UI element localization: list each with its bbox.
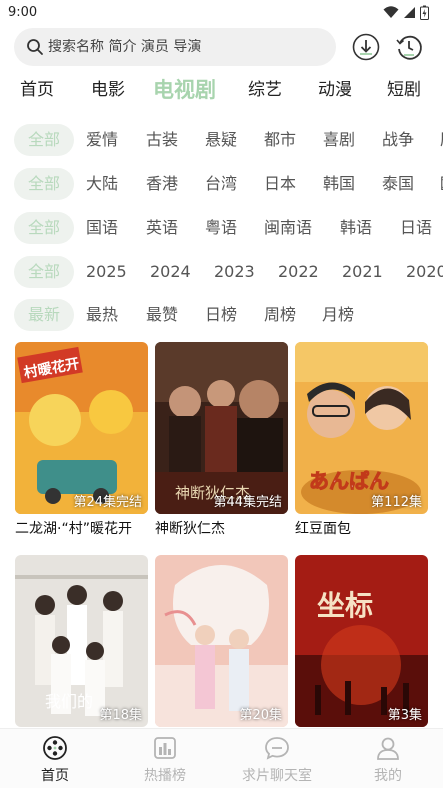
- battery-icon: [420, 5, 429, 20]
- genre-chip[interactable]: 全部: [14, 124, 75, 156]
- year-chip[interactable]: 2022: [278, 256, 319, 288]
- year-chip[interactable]: 全部: [14, 256, 75, 288]
- genre-chip[interactable]: 都市: [264, 124, 296, 156]
- tab-variety[interactable]: 综艺: [248, 72, 282, 108]
- language-chip[interactable]: 英语: [146, 212, 178, 244]
- history-icon[interactable]: [394, 32, 424, 62]
- year-chip[interactable]: 2023: [214, 256, 255, 288]
- bottom-nav: 首页 热播榜 求片聊天室 我的: [0, 728, 443, 788]
- year-filter-row: 全部 2025 2024 2023 2022 2021 2020: [0, 255, 443, 289]
- sort-chip[interactable]: 月榜: [322, 299, 354, 331]
- year-chip[interactable]: 2021: [342, 256, 383, 288]
- genre-chip[interactable]: 爱情: [86, 124, 118, 156]
- bottom-nav-hot-chart[interactable]: 热播榜: [110, 735, 220, 785]
- episode-badge: 第44集完结: [213, 495, 282, 510]
- genre-chip[interactable]: 战争: [382, 124, 414, 156]
- genre-chip[interactable]: 喜剧: [323, 124, 355, 156]
- bottom-nav-chat-room[interactable]: 求片聊天室: [222, 735, 332, 785]
- tab-home[interactable]: 首页: [20, 72, 54, 108]
- sort-chip[interactable]: 最新: [14, 299, 75, 331]
- poster-image: 第20集: [155, 555, 288, 727]
- sort-chip[interactable]: 最热: [86, 299, 118, 331]
- signal-icon: [404, 6, 415, 18]
- chat-bubble-icon: [265, 737, 289, 760]
- user-icon: [377, 737, 399, 760]
- tab-short-drama[interactable]: 短剧: [387, 72, 421, 108]
- episode-badge: 第24集完结: [73, 495, 142, 510]
- tab-movie[interactable]: 电影: [91, 72, 125, 108]
- series-title: 二龙湖·“村”暖花开: [15, 521, 132, 537]
- region-filter-row: 全部 大陆 香港 台湾 日本 韩国 泰国 欧: [0, 167, 443, 201]
- poster-image: 我们的 第18集: [15, 555, 148, 727]
- series-card[interactable]: 神断狄仁杰 第44集完结 神断狄仁杰: [155, 342, 288, 538]
- category-tabs: 首页 电影 电视剧 综艺 动漫 短剧: [0, 72, 443, 108]
- series-card[interactable]: 我们的 第18集: [15, 555, 148, 731]
- film-reel-icon: [43, 736, 67, 760]
- year-chip[interactable]: 2024: [150, 256, 191, 288]
- language-chip[interactable]: 粤语: [205, 212, 237, 244]
- sort-chip[interactable]: 日榜: [205, 299, 237, 331]
- episode-badge: 第20集: [239, 708, 282, 723]
- bottom-nav-label: 首页: [41, 768, 69, 784]
- status-time: 9:00: [8, 4, 38, 20]
- poster-image: 坐标 第3集: [295, 555, 428, 727]
- sort-filter-row: 最新 最热 最赞 日榜 周榜 月榜: [0, 298, 443, 332]
- series-card[interactable]: 第20集: [155, 555, 288, 731]
- search-input[interactable]: [48, 39, 318, 55]
- episode-badge: 第112集: [371, 495, 422, 510]
- region-chip[interactable]: 香港: [146, 168, 178, 200]
- series-title: 红豆面包: [295, 521, 351, 537]
- language-chip[interactable]: 韩语: [340, 212, 372, 244]
- region-chip[interactable]: 大陆: [86, 168, 118, 200]
- series-card[interactable]: 村暖花开 第24集完结 二龙湖·“村”暖花开: [15, 342, 148, 538]
- genre-chip[interactable]: 悬疑: [205, 124, 237, 156]
- sort-chip[interactable]: 周榜: [264, 299, 296, 331]
- year-chip[interactable]: 2020: [406, 256, 443, 288]
- poster-title-text: あんぱん: [309, 469, 389, 493]
- series-card[interactable]: 坐标 第3集: [295, 555, 428, 731]
- episode-badge: 第18集: [99, 708, 142, 723]
- search-row: [0, 28, 443, 66]
- bottom-nav-home[interactable]: 首页: [0, 735, 110, 785]
- chart-icon: [154, 737, 176, 759]
- genre-filter-row: 全部 爱情 古装 悬疑 都市 喜剧 战争 历: [0, 123, 443, 157]
- region-chip[interactable]: 韩国: [323, 168, 355, 200]
- status-bar: 9:00: [0, 0, 443, 24]
- poster-image: 神断狄仁杰 第44集完结: [155, 342, 288, 514]
- genre-chip[interactable]: 古装: [146, 124, 178, 156]
- status-icons: [383, 5, 429, 20]
- bottom-nav-label: 我的: [374, 768, 402, 784]
- language-filter-row: 全部 国语 英语 粤语 闽南语 韩语 日语: [0, 211, 443, 245]
- language-chip[interactable]: 国语: [86, 212, 118, 244]
- poster-title-text: 坐标: [317, 589, 373, 622]
- language-chip[interactable]: 全部: [14, 212, 75, 244]
- language-chip[interactable]: 闽南语: [264, 212, 312, 244]
- poster-image: 村暖花开 第24集完结: [15, 342, 148, 514]
- wifi-icon: [383, 6, 399, 18]
- bottom-nav-profile[interactable]: 我的: [333, 735, 443, 785]
- region-chip[interactable]: 泰国: [382, 168, 414, 200]
- language-chip[interactable]: 日语: [400, 212, 432, 244]
- series-title: 神断狄仁杰: [155, 521, 225, 537]
- poster-image: あんぱん 第112集: [295, 342, 428, 514]
- tab-tv-series[interactable]: 电视剧: [153, 72, 216, 108]
- region-chip[interactable]: 台湾: [205, 168, 237, 200]
- poster-title-text: 我们的: [45, 692, 93, 711]
- year-chip[interactable]: 2025: [86, 256, 127, 288]
- tab-anime[interactable]: 动漫: [318, 72, 352, 108]
- series-card[interactable]: あんぱん 第112集 红豆面包: [295, 342, 428, 538]
- download-icon[interactable]: [351, 32, 381, 62]
- episode-badge: 第3集: [387, 708, 422, 723]
- region-chip[interactable]: 全部: [14, 168, 75, 200]
- bottom-nav-label: 热播榜: [144, 768, 186, 784]
- sort-chip[interactable]: 最赞: [146, 299, 178, 331]
- search-box[interactable]: [14, 28, 336, 66]
- search-icon: [27, 39, 43, 55]
- bottom-nav-label: 求片聊天室: [242, 768, 312, 784]
- region-chip[interactable]: 日本: [264, 168, 296, 200]
